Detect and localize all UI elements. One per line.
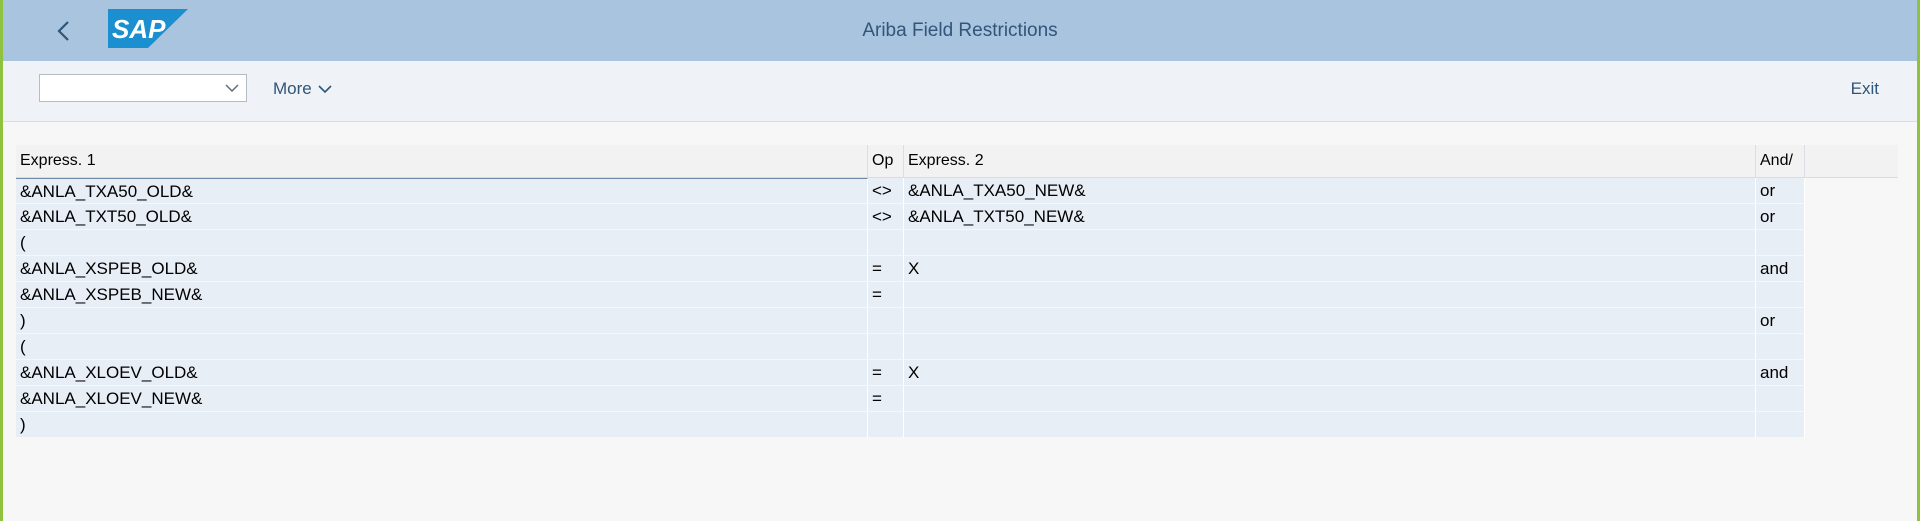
cell-op[interactable]: = <box>868 282 904 308</box>
cell-and-or[interactable] <box>1756 230 1805 256</box>
exit-button[interactable]: Exit <box>1851 79 1879 99</box>
chevron-down-icon <box>225 84 239 93</box>
cell-express1[interactable]: &ANLA_XLOEV_OLD& <box>16 360 868 386</box>
variant-select[interactable] <box>39 74 247 102</box>
cell-op[interactable]: <> <box>868 178 904 204</box>
cell-express1[interactable]: ) <box>16 308 868 334</box>
table-row: &ANLA_TXA50_OLD& <> &ANLA_TXA50_NEW& or <box>16 178 1898 204</box>
page-title: Ariba Field Restrictions <box>862 20 1058 41</box>
column-header-express1[interactable]: Express. 1 <box>16 145 868 177</box>
cell-op[interactable]: <> <box>868 204 904 230</box>
restrictions-table: Express. 1 Op Express. 2 And/ &ANLA_TXA5… <box>16 145 1898 438</box>
cell-op[interactable] <box>868 308 904 334</box>
cell-express2[interactable] <box>904 386 1756 412</box>
table-header: Express. 1 Op Express. 2 And/ <box>16 145 1898 178</box>
cell-express2[interactable] <box>904 412 1756 438</box>
cell-and-or[interactable] <box>1756 282 1805 308</box>
chevron-down-icon <box>318 85 332 94</box>
app-frame: SAP Ariba Field Restrictions More Exit E… <box>0 0 1920 521</box>
cell-and-or[interactable] <box>1756 334 1805 360</box>
more-label: More <box>273 79 312 98</box>
toolbar: More Exit <box>3 61 1917 122</box>
table-row: &ANLA_XLOEV_OLD& = X and <box>16 360 1898 386</box>
cell-express1[interactable]: ) <box>16 412 868 438</box>
table-row: ( <box>16 334 1898 360</box>
table-row: &ANLA_TXT50_OLD& <> &ANLA_TXT50_NEW& or <box>16 204 1898 230</box>
cell-express2[interactable] <box>904 334 1756 360</box>
cell-and-or[interactable]: and <box>1756 256 1805 282</box>
cell-op[interactable]: = <box>868 360 904 386</box>
cell-express2[interactable]: X <box>904 256 1756 282</box>
more-button[interactable]: More <box>273 79 332 99</box>
cell-express2[interactable] <box>904 308 1756 334</box>
cell-op[interactable] <box>868 412 904 438</box>
cell-express2[interactable]: &ANLA_TXT50_NEW& <box>904 204 1756 230</box>
column-header-express2[interactable]: Express. 2 <box>904 145 1756 177</box>
table-row: ) or <box>16 308 1898 334</box>
table-row: &ANLA_XSPEB_NEW& = <box>16 282 1898 308</box>
table-row: ) <box>16 412 1898 438</box>
cell-and-or[interactable]: or <box>1756 308 1805 334</box>
cell-express1[interactable]: &ANLA_XLOEV_NEW& <box>16 386 868 412</box>
cell-express1[interactable]: &ANLA_XSPEB_NEW& <box>16 282 868 308</box>
shell-header: SAP Ariba Field Restrictions <box>3 0 1917 61</box>
cell-op[interactable]: = <box>868 386 904 412</box>
cell-op[interactable] <box>868 334 904 360</box>
cell-express2[interactable]: &ANLA_TXA50_NEW& <box>904 178 1756 204</box>
cell-op[interactable]: = <box>868 256 904 282</box>
cell-and-or[interactable] <box>1756 386 1805 412</box>
column-header-and-or[interactable]: And/ <box>1756 145 1805 177</box>
cell-express1[interactable]: ( <box>16 230 868 256</box>
table-row: ( <box>16 230 1898 256</box>
cell-and-or[interactable]: or <box>1756 204 1805 230</box>
cell-and-or[interactable]: and <box>1756 360 1805 386</box>
cell-express1[interactable]: &ANLA_TXT50_OLD& <box>16 204 868 230</box>
cell-and-or[interactable] <box>1756 412 1805 438</box>
cell-express1[interactable]: &ANLA_TXA50_OLD& <box>16 178 868 204</box>
cell-express2[interactable] <box>904 230 1756 256</box>
cell-express1[interactable]: ( <box>16 334 868 360</box>
cell-and-or[interactable]: or <box>1756 178 1805 204</box>
table-row: &ANLA_XLOEV_NEW& = <box>16 386 1898 412</box>
column-header-op[interactable]: Op <box>868 145 904 177</box>
cell-express2[interactable]: X <box>904 360 1756 386</box>
table-row: &ANLA_XSPEB_OLD& = X and <box>16 256 1898 282</box>
cell-express2[interactable] <box>904 282 1756 308</box>
cell-express1[interactable]: &ANLA_XSPEB_OLD& <box>16 256 868 282</box>
cell-op[interactable] <box>868 230 904 256</box>
